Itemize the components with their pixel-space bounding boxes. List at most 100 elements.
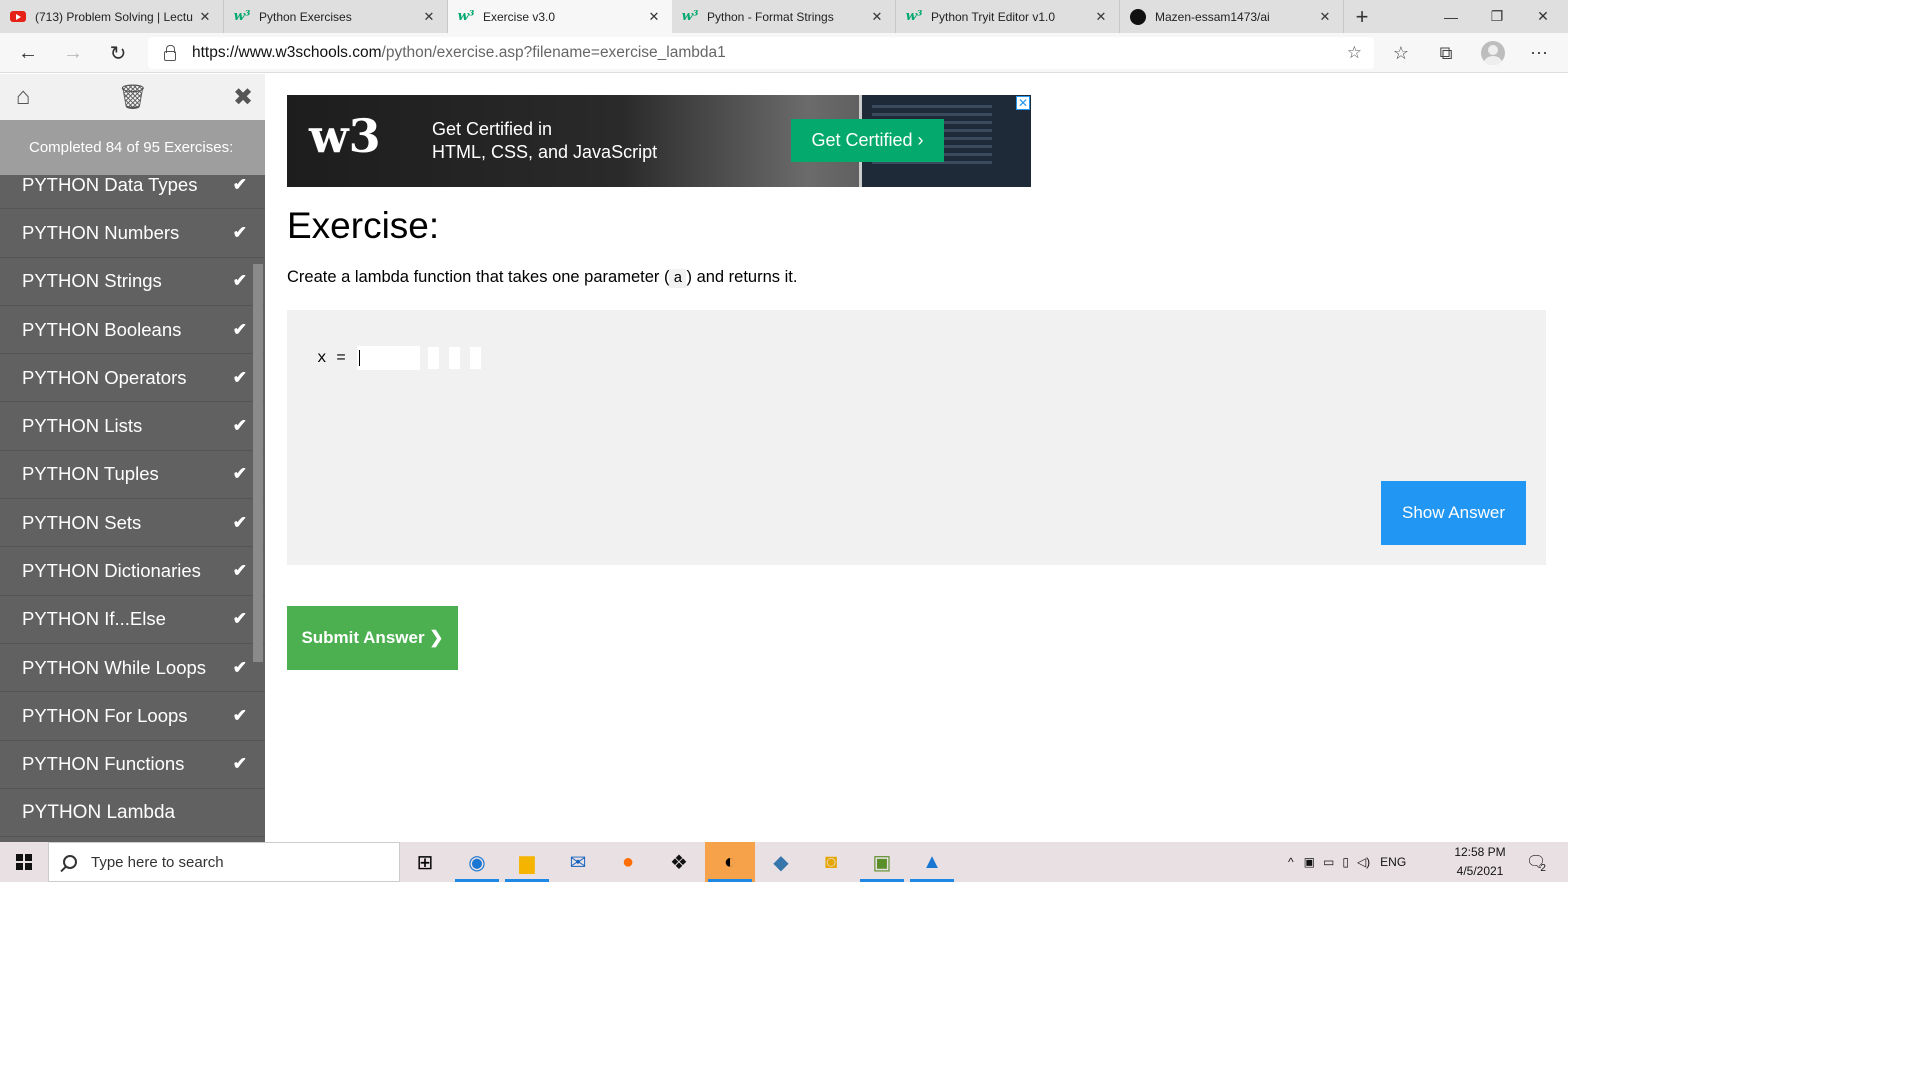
trash-icon[interactable]: 🗑	[118, 82, 148, 112]
sidebar-item-data-types[interactable]: PYTHON Data Types ✔	[0, 161, 265, 210]
clock[interactable]: 12:58 PM 4/5/2021	[1447, 843, 1513, 881]
windows-icon	[16, 854, 32, 870]
sidebar-item-tuples[interactable]: PYTHON Tuples ✔	[0, 451, 265, 500]
home-icon[interactable]: ⌂	[8, 82, 38, 112]
start-button[interactable]	[0, 842, 48, 882]
avatar	[1481, 41, 1505, 65]
w3schools-icon: w³	[681, 9, 699, 24]
tab-2[interactable]: w³ Exercise v3.0 ✕	[448, 0, 672, 33]
answer-input-3[interactable]	[448, 347, 460, 369]
tab-close-icon[interactable]: ✕	[197, 9, 213, 25]
file-explorer-icon[interactable]: ▆	[502, 842, 552, 882]
sidebar-item-operators[interactable]: PYTHON Operators ✔	[0, 354, 265, 403]
minimize-button[interactable]: —	[1428, 0, 1474, 33]
notification-center[interactable]: 🗨 2	[1526, 842, 1546, 882]
check-icon: ✔	[232, 609, 247, 629]
more-menu-icon[interactable]: ⋯	[1523, 38, 1555, 68]
check-icon: ✔	[232, 319, 247, 339]
forward-button[interactable]: →	[57, 38, 89, 68]
tab-close-icon[interactable]: ✕	[421, 9, 437, 25]
tab-title: Exercise v3.0	[483, 9, 556, 24]
app-icon[interactable]: ▣	[857, 842, 907, 882]
submit-answer-button[interactable]: Submit Answer ❯	[287, 606, 458, 670]
collections-icon[interactable]: ⧉	[1430, 38, 1462, 68]
exercise-sidebar: ⌂ 🗑 ✖ Completed 84 of 95 Exercises: PYTH…	[0, 74, 265, 842]
tab-close-icon[interactable]: ✕	[646, 9, 662, 25]
sidebar-item-if-else[interactable]: PYTHON If...Else ✔	[0, 596, 265, 644]
answer-input-1[interactable]	[356, 346, 420, 370]
sidebar-scrollbar[interactable]	[253, 264, 263, 662]
tab-close-icon[interactable]: ✕	[1317, 9, 1333, 25]
sidebar-item-while-loops[interactable]: PYTHON While Loops ✔	[0, 644, 265, 693]
new-tab-button[interactable]: +	[1344, 0, 1380, 33]
tab-1[interactable]: w³ Python Exercises ✕	[224, 0, 448, 33]
mail-icon[interactable]: ✉	[553, 842, 603, 882]
tab-title: Python Tryit Editor v1.0	[931, 9, 1056, 24]
address-bar: ← → ↻ https://www.w3schools.com/python/e…	[0, 33, 1568, 73]
app-icon[interactable]: ◐	[705, 842, 755, 882]
sidebar-item-numbers[interactable]: PYTHON Numbers ✔	[0, 209, 265, 258]
sidebar-item-strings[interactable]: PYTHON Strings ✔	[0, 258, 265, 306]
w3schools-icon: w³	[457, 9, 475, 24]
parameter-code: a	[669, 269, 687, 288]
url-field[interactable]: https://www.w3schools.com/python/exercis…	[148, 37, 1374, 69]
photos-icon[interactable]: ▲	[907, 842, 957, 882]
dropbox-icon[interactable]: ❖	[654, 842, 704, 882]
tab-5[interactable]: Mazen-essam1473/ai ✕	[1120, 0, 1344, 33]
check-icon: ✔	[232, 367, 247, 387]
network-icon[interactable]: ▯	[1342, 855, 1349, 869]
tab-title: (713) Problem Solving | Lectu	[35, 9, 193, 24]
close-icon[interactable]: ✖	[228, 82, 258, 112]
back-button[interactable]: ←	[12, 38, 44, 68]
task-view-icon[interactable]: ⊞	[400, 842, 450, 882]
check-icon: ✔	[232, 705, 247, 725]
system-tray: ^ ▣ ▭ ▯ ◁) ENG	[1288, 842, 1406, 882]
volume-icon[interactable]: ◁)	[1357, 855, 1370, 869]
sidebar-item-functions[interactable]: PYTHON Functions ✔	[0, 741, 265, 789]
w3schools-icon: w³	[233, 9, 251, 24]
answer-input-2[interactable]	[427, 347, 439, 369]
check-icon: ✔	[232, 174, 247, 194]
python-icon[interactable]: ◆	[756, 842, 806, 882]
sidebar-item-for-loops[interactable]: PYTHON For Loops ✔	[0, 692, 265, 741]
tab-4[interactable]: w³ Python Tryit Editor v1.0 ✕	[896, 0, 1120, 33]
close-window-button[interactable]: ✕	[1520, 0, 1566, 33]
restore-button[interactable]: ❐	[1474, 0, 1520, 33]
check-icon: ✔	[232, 754, 247, 774]
sidebar-item-booleans[interactable]: PYTHON Booleans ✔	[0, 306, 265, 355]
ad-close-icon[interactable]: ✕	[1016, 96, 1030, 110]
exercise-code-box: x = Show Answer	[287, 310, 1546, 565]
sidebar-item-lambda[interactable]: PYTHON Lambda	[0, 789, 265, 838]
show-answer-button[interactable]: Show Answer	[1381, 481, 1526, 545]
security-icon[interactable]: ▣	[1304, 855, 1315, 869]
answer-input-4[interactable]	[469, 347, 481, 369]
certification-ad[interactable]: w3 Get Certified in HTML, CSS, and JavaS…	[287, 95, 1031, 187]
tab-title: Python - Format Strings	[707, 9, 834, 24]
check-icon: ✔	[232, 416, 247, 436]
tab-3[interactable]: w³ Python - Format Strings ✕	[672, 0, 896, 33]
tab-close-icon[interactable]: ✕	[1093, 9, 1109, 25]
tab-title: Python Exercises	[259, 9, 352, 24]
refresh-button[interactable]: ↻	[102, 38, 134, 68]
tab-close-icon[interactable]: ✕	[869, 9, 885, 25]
get-certified-button[interactable]: Get Certified ›	[791, 119, 944, 162]
battery-icon[interactable]: ▭	[1323, 855, 1334, 869]
tab-0[interactable]: (713) Problem Solving | Lectu ✕	[0, 0, 224, 33]
favorites-icon[interactable]: ☆	[1385, 38, 1417, 68]
w3-logo: w3	[309, 109, 381, 163]
sidebar-item-lists[interactable]: PYTHON Lists ✔	[0, 402, 265, 451]
firefox-icon[interactable]: ●	[603, 842, 653, 882]
sidebar-item-dictionaries[interactable]: PYTHON Dictionaries ✔	[0, 547, 265, 596]
edge-icon[interactable]: ◉	[452, 842, 502, 882]
search-icon	[63, 855, 77, 869]
sidebar-item-sets[interactable]: PYTHON Sets ✔	[0, 499, 265, 548]
lock-icon	[164, 45, 176, 61]
chevron-up-icon[interactable]: ^	[1288, 855, 1294, 869]
w3schools-icon: w³	[905, 9, 923, 24]
add-favorite-icon[interactable]: ☆	[1347, 43, 1362, 63]
language-indicator[interactable]: ENG	[1380, 855, 1406, 869]
app-icon[interactable]: ◙	[806, 842, 856, 882]
taskbar-search[interactable]: Type here to search	[48, 842, 400, 882]
exercise-list: PYTHON Data Types ✔ PYTHON Numbers ✔ PYTHO…	[0, 161, 265, 838]
profile-button[interactable]	[1477, 38, 1509, 68]
